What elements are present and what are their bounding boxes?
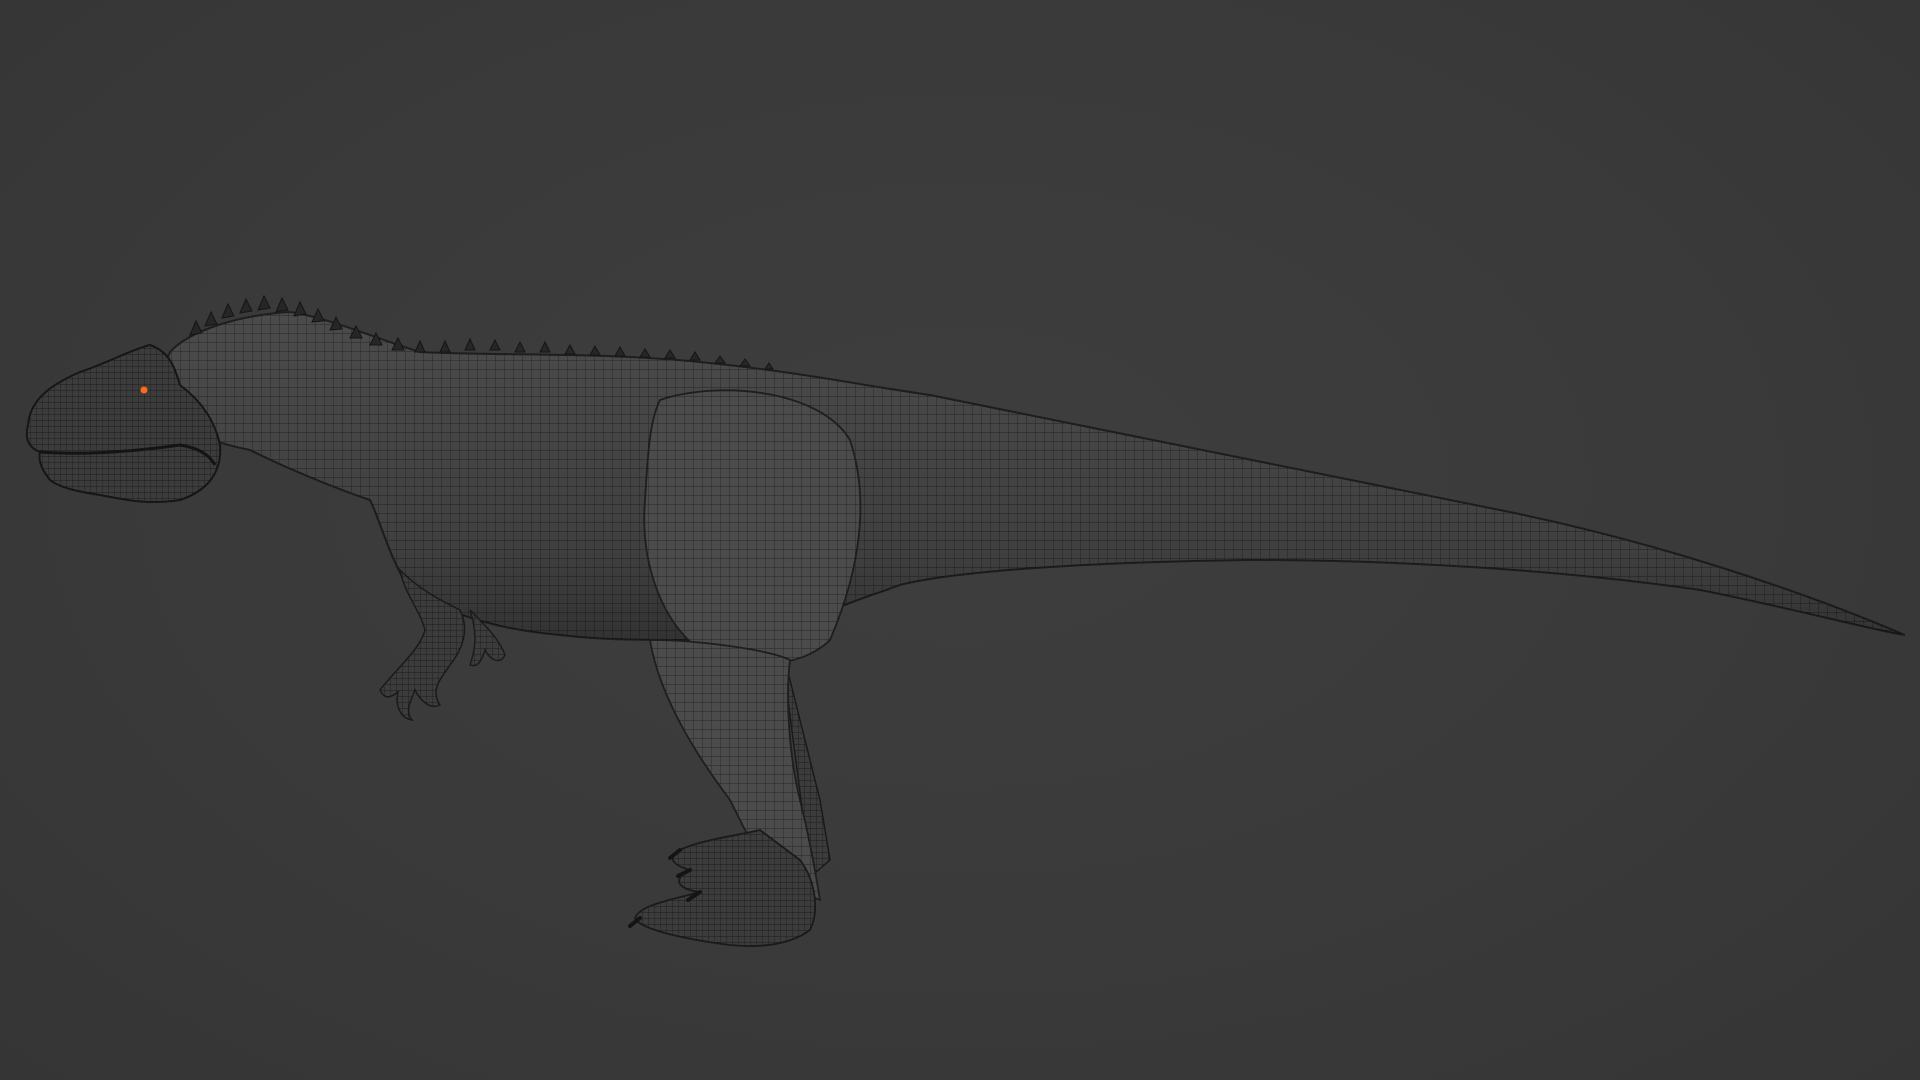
thigh-mesh[interactable]: [643, 389, 862, 665]
viewport-canvas[interactable]: [0, 0, 1920, 1080]
3d-viewport[interactable]: [0, 0, 1920, 1080]
dinosaur-wireframe-model[interactable]: [25, 294, 1906, 947]
eye: [140, 386, 148, 394]
